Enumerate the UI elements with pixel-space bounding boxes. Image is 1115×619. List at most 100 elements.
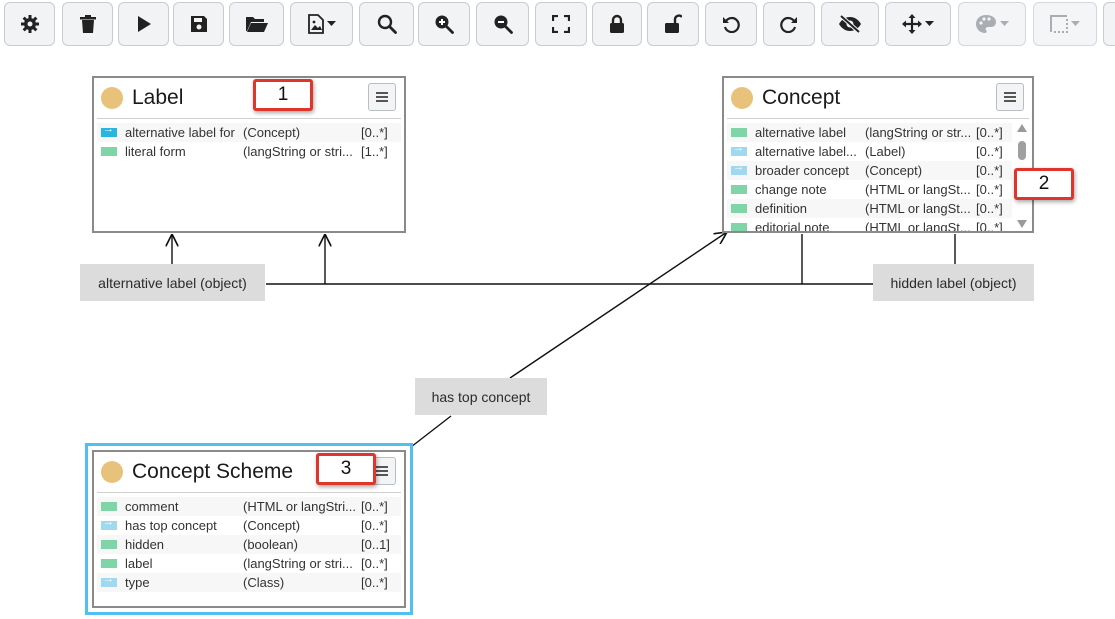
property-name: change note xyxy=(755,182,827,197)
class-title: Concept Scheme xyxy=(132,460,294,483)
redo-button[interactable] xyxy=(763,2,815,46)
property-cardinality: [0..*] xyxy=(976,201,1003,216)
lock-button[interactable] xyxy=(592,2,642,46)
datatype-property-icon xyxy=(731,204,747,213)
property-cardinality: [0..*] xyxy=(361,499,388,514)
edge-label-alternative-label[interactable]: alternative label (object) xyxy=(80,264,265,301)
undo-icon xyxy=(723,16,740,33)
property-row[interactable]: label (langString or stri... [0..*] xyxy=(97,554,401,573)
trash-icon xyxy=(79,15,96,33)
property-row[interactable]: change note (HTML or langSt... [0..*] xyxy=(727,180,1012,199)
property-range: (Concept) xyxy=(865,163,923,178)
property-row[interactable]: literal form (langString or stri... [1..… xyxy=(97,142,401,161)
edge-label-has-top-concept[interactable]: has top concept xyxy=(415,378,547,415)
datatype-property-icon xyxy=(731,185,747,194)
delete-button[interactable] xyxy=(62,2,113,46)
scroll-up-icon xyxy=(1017,124,1027,132)
property-cardinality: [0..*] xyxy=(976,144,1003,159)
property-cardinality: [0..*] xyxy=(361,518,388,533)
zoom-in-button[interactable] xyxy=(418,2,470,46)
object-property-icon xyxy=(101,123,117,137)
class-circle-icon xyxy=(101,87,123,109)
palette-icon xyxy=(976,15,996,33)
move-button[interactable] xyxy=(885,2,951,46)
open-button[interactable] xyxy=(229,2,284,46)
property-row[interactable]: alternative label (langString or str... … xyxy=(727,123,1012,142)
property-row[interactable]: has top concept (Concept) [0..*] xyxy=(97,516,401,535)
datatype-property-icon xyxy=(731,128,747,137)
property-row[interactable]: broader concept (Concept) [0..*] xyxy=(727,161,1012,180)
property-cardinality: [0..*] xyxy=(976,220,1003,233)
class-header: Concept xyxy=(724,78,1032,118)
class-title: Concept xyxy=(762,86,841,109)
property-row[interactable]: hidden (boolean) [0..1] xyxy=(97,535,401,554)
play-icon xyxy=(137,16,151,32)
zoom-out-icon xyxy=(494,15,513,34)
play-button[interactable] xyxy=(118,2,169,46)
property-range: (langString or stri... xyxy=(243,556,353,571)
property-cardinality: [0..1] xyxy=(361,537,390,552)
property-name: broader concept xyxy=(755,163,849,178)
property-name: definition xyxy=(755,201,808,216)
property-list: comment (HTML or langStri... [0..*] has … xyxy=(94,493,404,592)
floppy-disk-icon xyxy=(190,16,207,32)
property-cardinality: [0..*] xyxy=(361,575,388,590)
object-property-icon xyxy=(731,161,747,175)
object-property-icon xyxy=(101,516,117,530)
unlock-icon xyxy=(665,14,682,33)
border-style-icon xyxy=(1050,15,1068,33)
color-button[interactable] xyxy=(958,2,1026,46)
property-name: alternative label for xyxy=(125,125,235,140)
zoom-out-button[interactable] xyxy=(476,2,529,46)
hamburger-menu-icon xyxy=(376,466,388,476)
eye-slash-icon xyxy=(839,15,861,33)
redo-icon xyxy=(780,16,797,33)
search-button[interactable] xyxy=(359,2,414,46)
property-row[interactable]: editorial note (HTML or langSt... [0..*] xyxy=(727,218,1012,233)
property-range: (langString or str... xyxy=(865,125,972,140)
toolbar xyxy=(0,0,1115,50)
class-menu-button[interactable] xyxy=(996,83,1024,111)
property-name: label xyxy=(125,556,153,571)
property-range: (Label) xyxy=(865,144,906,159)
gear-icon xyxy=(20,15,39,33)
datatype-property-icon xyxy=(101,147,117,156)
fit-to-screen-button[interactable] xyxy=(535,2,587,46)
edge-label-hidden-label[interactable]: hidden label (object) xyxy=(873,264,1034,301)
callout-1: 1 xyxy=(253,79,313,111)
chevron-down-icon xyxy=(925,21,934,26)
hide-button[interactable] xyxy=(821,2,879,46)
move-arrows-icon xyxy=(902,14,922,34)
border-style-button[interactable] xyxy=(1033,2,1097,46)
property-name: alternative label xyxy=(755,125,847,140)
magnifier-icon xyxy=(377,14,397,34)
property-row[interactable]: type (Class) [0..*] xyxy=(97,573,401,592)
chevron-down-icon xyxy=(1000,21,1009,26)
property-row[interactable]: comment (HTML or langStri... [0..*] xyxy=(97,497,401,516)
datatype-property-icon xyxy=(101,540,117,549)
property-cardinality: [0..*] xyxy=(976,125,1003,140)
property-list: alternative label (langString or str... … xyxy=(724,119,1032,233)
class-box-label[interactable]: Label alternative label for (Concept) [0… xyxy=(92,76,406,233)
save-button[interactable] xyxy=(173,2,224,46)
property-name: type xyxy=(125,575,150,590)
property-row[interactable]: alternative label... (Label) [0..*] xyxy=(727,142,1012,161)
unlock-button[interactable] xyxy=(647,2,699,46)
property-row[interactable]: definition (HTML or langSt... [0..*] xyxy=(727,199,1012,218)
property-row[interactable]: alternative label for (Concept) [0..*] xyxy=(97,123,401,142)
undo-button[interactable] xyxy=(705,2,757,46)
settings-button[interactable] xyxy=(4,2,55,46)
callout-2: 2 xyxy=(1014,168,1074,200)
edge-alternative-label[interactable] xyxy=(172,234,873,285)
class-circle-icon xyxy=(731,87,753,109)
export-image-button[interactable] xyxy=(290,2,353,46)
property-cardinality: [0..*] xyxy=(976,163,1003,178)
property-cardinality: [0..*] xyxy=(976,182,1003,197)
hamburger-menu-icon xyxy=(376,92,388,102)
scrollbar-thumb[interactable] xyxy=(1018,141,1026,160)
class-menu-button[interactable] xyxy=(368,83,396,111)
toolbar-overflow-button[interactable] xyxy=(1103,2,1115,46)
class-box-concept[interactable]: Concept alternative label (langString or… xyxy=(722,76,1034,233)
object-property-icon xyxy=(731,142,747,156)
class-circle-icon xyxy=(101,461,123,483)
